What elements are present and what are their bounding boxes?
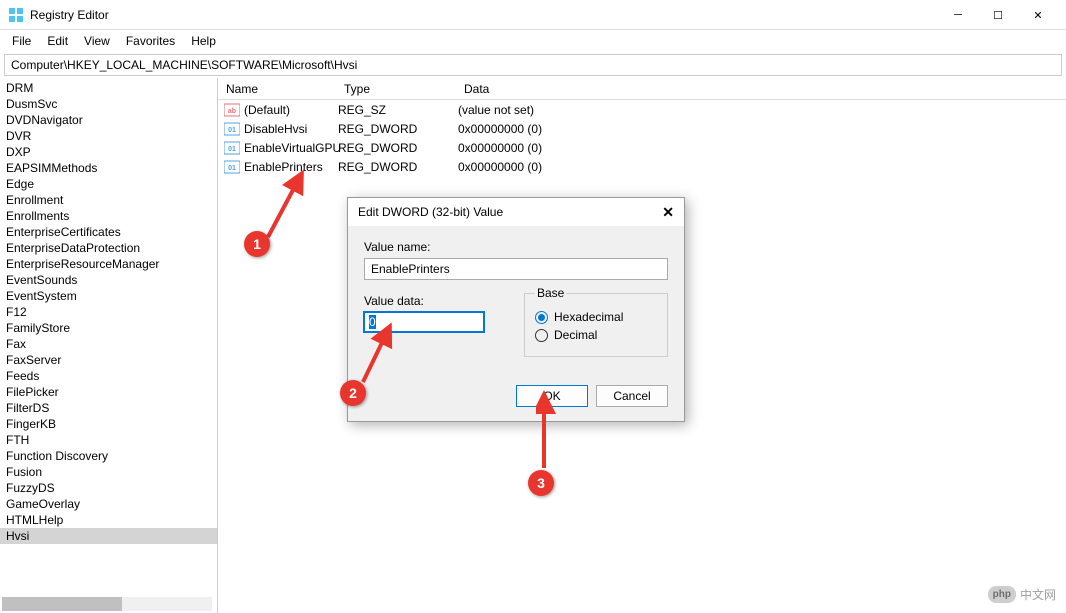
tree-item[interactable]: FilterDS bbox=[0, 400, 217, 416]
svg-text:01: 01 bbox=[228, 127, 236, 134]
window-title: Registry Editor bbox=[30, 8, 1058, 22]
dialog-close-button[interactable]: ✕ bbox=[662, 204, 674, 221]
tree-item[interactable]: EnterpriseCertificates bbox=[0, 224, 217, 240]
radio-dec-icon bbox=[535, 329, 548, 342]
menu-favorites[interactable]: Favorites bbox=[118, 32, 183, 50]
watermark-text: 中文网 bbox=[1020, 586, 1056, 603]
dialog-titlebar[interactable]: Edit DWORD (32-bit) Value ✕ bbox=[348, 198, 684, 226]
tree-item[interactable]: DVR bbox=[0, 128, 217, 144]
radio-hexadecimal[interactable]: Hexadecimal bbox=[535, 310, 657, 324]
base-fieldset: Base Hexadecimal Decimal bbox=[524, 286, 668, 357]
annotation-1: 1 bbox=[244, 231, 270, 257]
value-row[interactable]: ab (Default) REG_SZ (value not set) bbox=[218, 100, 1066, 119]
watermark: php 中文网 bbox=[988, 586, 1056, 603]
value-row[interactable]: 01 DisableHvsi REG_DWORD 0x00000000 (0) bbox=[218, 119, 1066, 138]
radio-decimal[interactable]: Decimal bbox=[535, 328, 657, 342]
close-button[interactable]: ✕ bbox=[1018, 4, 1058, 26]
value-name-label: Value name: bbox=[364, 240, 668, 254]
tree-item[interactable]: FingerKB bbox=[0, 416, 217, 432]
menu-edit[interactable]: Edit bbox=[39, 32, 76, 50]
tree-item[interactable]: EAPSIMMethods bbox=[0, 160, 217, 176]
tree-item[interactable]: EventSounds bbox=[0, 272, 217, 288]
value-name: EnablePrinters bbox=[244, 160, 338, 174]
tree-item[interactable]: Enrollments bbox=[0, 208, 217, 224]
tree-item[interactable]: DRM bbox=[0, 80, 217, 96]
value-name-input[interactable] bbox=[364, 258, 668, 280]
tree-scrollbar[interactable] bbox=[2, 597, 212, 611]
minimize-button[interactable]: ─ bbox=[938, 4, 978, 26]
menu-file[interactable]: File bbox=[4, 32, 39, 50]
tree-item[interactable]: Fusion bbox=[0, 464, 217, 480]
tree-item[interactable]: FamilyStore bbox=[0, 320, 217, 336]
tree-item[interactable]: FilePicker bbox=[0, 384, 217, 400]
tree-item[interactable]: Feeds bbox=[0, 368, 217, 384]
tree-item[interactable]: EventSystem bbox=[0, 288, 217, 304]
value-data: 0x00000000 (0) bbox=[458, 141, 542, 155]
value-row[interactable]: 01 EnablePrinters REG_DWORD 0x00000000 (… bbox=[218, 157, 1066, 176]
annotation-2: 2 bbox=[340, 380, 366, 406]
values-header: Name Type Data bbox=[218, 78, 1066, 100]
value-type: REG_SZ bbox=[338, 103, 458, 117]
value-data-input[interactable]: 0 bbox=[364, 312, 484, 332]
tree-item[interactable]: FaxServer bbox=[0, 352, 217, 368]
edit-dword-dialog: Edit DWORD (32-bit) Value ✕ Value name: … bbox=[347, 197, 685, 422]
value-type: REG_DWORD bbox=[338, 141, 458, 155]
svg-text:01: 01 bbox=[228, 146, 236, 153]
tree-item[interactable]: Edge bbox=[0, 176, 217, 192]
annotation-3: 3 bbox=[528, 470, 554, 496]
cancel-button[interactable]: Cancel bbox=[596, 385, 668, 407]
tree-item[interactable]: Enrollment bbox=[0, 192, 217, 208]
menu-help[interactable]: Help bbox=[183, 32, 224, 50]
window-titlebar: Registry Editor ─ ☐ ✕ bbox=[0, 0, 1066, 30]
tree-item[interactable]: DVDNavigator bbox=[0, 112, 217, 128]
string-icon: ab bbox=[224, 102, 240, 118]
header-type[interactable]: Type bbox=[336, 80, 456, 98]
tree-panel[interactable]: DRMDusmSvcDVDNavigatorDVRDXPEAPSIMMethod… bbox=[0, 78, 218, 613]
value-name: EnableVirtualGPU bbox=[244, 141, 338, 155]
address-bar[interactable]: Computer\HKEY_LOCAL_MACHINE\SOFTWARE\Mic… bbox=[4, 54, 1062, 76]
value-data-label: Value data: bbox=[364, 294, 494, 308]
value-name: (Default) bbox=[244, 103, 338, 117]
menubar: File Edit View Favorites Help bbox=[0, 30, 1066, 52]
tree-item[interactable]: HTMLHelp bbox=[0, 512, 217, 528]
radio-hex-icon bbox=[535, 311, 548, 324]
address-path: Computer\HKEY_LOCAL_MACHINE\SOFTWARE\Mic… bbox=[11, 58, 357, 72]
tree-item[interactable]: DXP bbox=[0, 144, 217, 160]
value-row[interactable]: 01 EnableVirtualGPU REG_DWORD 0x00000000… bbox=[218, 138, 1066, 157]
tree-item[interactable]: Fax bbox=[0, 336, 217, 352]
tree-item[interactable]: Hvsi bbox=[0, 528, 217, 544]
maximize-button[interactable]: ☐ bbox=[978, 4, 1018, 26]
app-icon bbox=[8, 7, 24, 23]
value-data: 0x00000000 (0) bbox=[458, 122, 542, 136]
header-name[interactable]: Name bbox=[218, 80, 336, 98]
tree-item[interactable]: EnterpriseResourceManager bbox=[0, 256, 217, 272]
value-data: 0x00000000 (0) bbox=[458, 160, 542, 174]
value-name: DisableHvsi bbox=[244, 122, 338, 136]
dword-icon: 01 bbox=[224, 140, 240, 156]
tree-item[interactable]: EnterpriseDataProtection bbox=[0, 240, 217, 256]
dword-icon: 01 bbox=[224, 159, 240, 175]
tree-item[interactable]: F12 bbox=[0, 304, 217, 320]
menu-view[interactable]: View bbox=[76, 32, 118, 50]
tree-item[interactable]: Function Discovery bbox=[0, 448, 217, 464]
tree-item[interactable]: FuzzyDS bbox=[0, 480, 217, 496]
svg-text:ab: ab bbox=[228, 108, 236, 115]
base-legend: Base bbox=[535, 286, 566, 300]
value-data: (value not set) bbox=[458, 103, 534, 117]
dword-icon: 01 bbox=[224, 121, 240, 137]
value-type: REG_DWORD bbox=[338, 122, 458, 136]
window-controls: ─ ☐ ✕ bbox=[938, 4, 1058, 26]
dialog-title: Edit DWORD (32-bit) Value bbox=[358, 205, 662, 219]
value-type: REG_DWORD bbox=[338, 160, 458, 174]
header-data[interactable]: Data bbox=[456, 80, 1066, 98]
watermark-badge: php bbox=[988, 586, 1016, 603]
svg-text:01: 01 bbox=[228, 165, 236, 172]
tree-item[interactable]: GameOverlay bbox=[0, 496, 217, 512]
ok-button[interactable]: OK bbox=[516, 385, 588, 407]
tree-item[interactable]: DusmSvc bbox=[0, 96, 217, 112]
tree-item[interactable]: FTH bbox=[0, 432, 217, 448]
